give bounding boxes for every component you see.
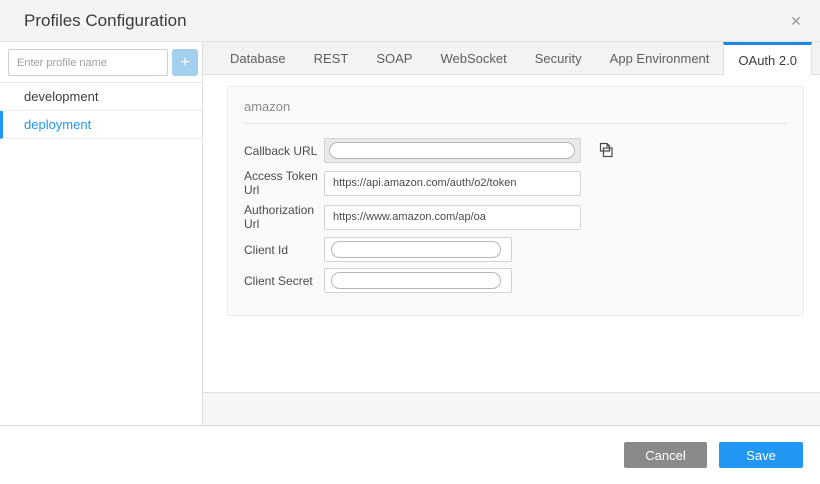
profile-settings-panel: Database REST SOAP WebSocket Security Ap… (203, 42, 820, 425)
access-token-url-input[interactable] (324, 171, 581, 196)
section-title: amazon (244, 99, 787, 114)
panel-footer-strip (203, 392, 820, 425)
callback-url-label: Callback URL (244, 144, 324, 158)
client-secret-input[interactable] (324, 268, 512, 293)
access-token-url-row: Access Token Url (244, 169, 787, 197)
tab-rest[interactable]: REST (300, 42, 363, 74)
profile-item-deployment[interactable]: deployment (0, 111, 202, 139)
tab-soap[interactable]: SOAP (362, 42, 426, 74)
dialog-header: Profiles Configuration ✕ (0, 0, 820, 42)
client-id-input[interactable] (324, 237, 512, 262)
profile-add-row: + (0, 42, 202, 83)
access-token-url-label: Access Token Url (244, 169, 324, 197)
callback-url-wrap (324, 138, 581, 163)
amazon-oauth-section: amazon Callback URL (227, 86, 804, 316)
authorization-url-label: Authorization Url (244, 203, 324, 231)
section-divider (244, 123, 787, 124)
dialog-action-bar: Cancel Save (0, 425, 820, 484)
dialog-title: Profiles Configuration (24, 11, 187, 31)
callback-url-row: Callback URL (244, 138, 787, 163)
tab-websocket[interactable]: WebSocket (426, 42, 520, 74)
tab-oauth-2-0[interactable]: OAuth 2.0 (723, 42, 812, 75)
tab-app-environment[interactable]: App Environment (596, 42, 724, 74)
settings-tabbar: Database REST SOAP WebSocket Security Ap… (203, 42, 820, 75)
copy-icon[interactable] (595, 140, 617, 162)
cancel-button[interactable]: Cancel (624, 442, 707, 468)
client-id-row: Client Id (244, 237, 787, 262)
tab-database[interactable]: Database (216, 42, 300, 74)
profiles-configuration-dialog: Profiles Configuration ✕ + development d… (0, 0, 820, 484)
client-id-label: Client Id (244, 243, 324, 257)
client-secret-row: Client Secret (244, 268, 787, 293)
close-icon[interactable]: ✕ (786, 11, 806, 31)
profiles-sidebar: + development deployment (0, 42, 203, 425)
oauth-tab-content: amazon Callback URL (203, 75, 820, 392)
profile-item-development[interactable]: development (0, 83, 202, 111)
tab-security[interactable]: Security (521, 42, 596, 74)
callback-url-input[interactable] (324, 138, 581, 163)
authorization-url-row: Authorization Url (244, 203, 787, 231)
client-secret-label: Client Secret (244, 274, 324, 288)
dialog-body: + development deployment Database REST S… (0, 42, 820, 425)
save-button[interactable]: Save (719, 442, 803, 468)
add-profile-button[interactable]: + (172, 49, 198, 76)
authorization-url-input[interactable] (324, 205, 581, 230)
profile-name-input[interactable] (8, 49, 168, 76)
